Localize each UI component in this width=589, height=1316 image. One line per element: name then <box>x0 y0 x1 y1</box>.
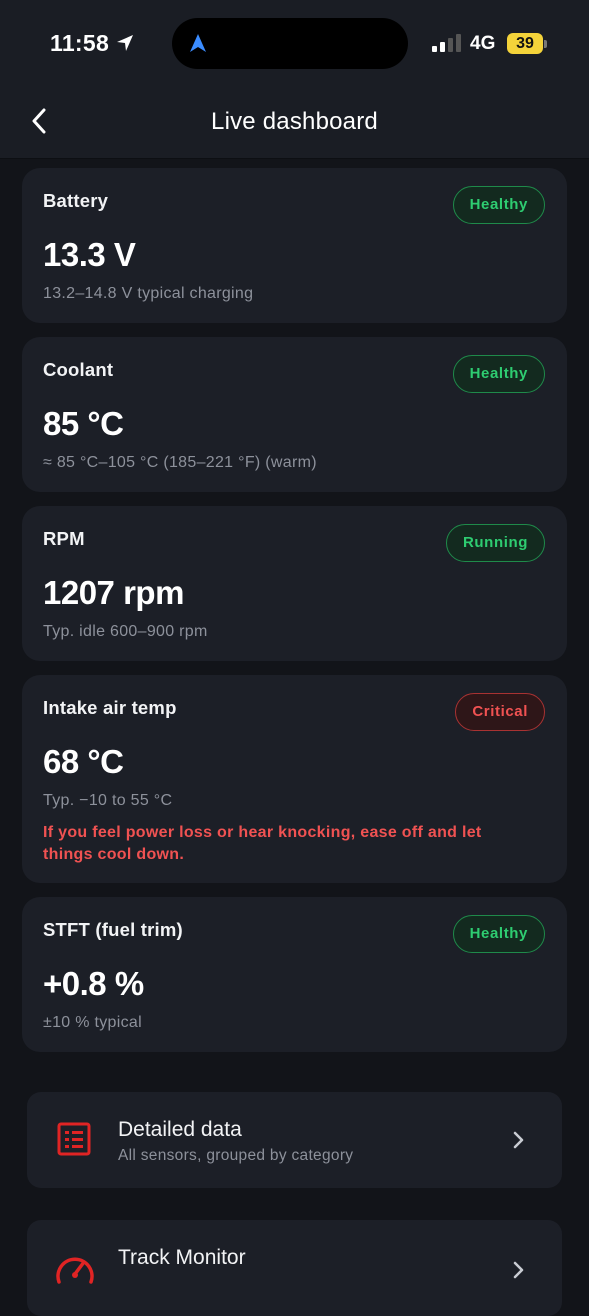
link-title: Track Monitor <box>118 1246 246 1269</box>
divider <box>0 158 589 159</box>
status-badge: Critical <box>455 693 545 731</box>
metric-range: 13.2–14.8 V typical charging <box>43 285 254 302</box>
list-icon <box>57 1122 91 1156</box>
link-subtitle: All sensors, grouped by category <box>118 1147 354 1164</box>
status-bar: 11:58 4G 39 <box>0 0 589 88</box>
metric-range: Typ. −10 to 55 °C <box>43 792 173 809</box>
metric-card-rpm: RPM Running 1207 rpm Typ. idle 600–900 r… <box>22 506 567 661</box>
metric-range: ≈ 85 °C–105 °C (185–221 °F) (warm) <box>43 454 317 471</box>
metric-title: RPM <box>43 528 85 549</box>
status-badge: Running <box>445 524 545 562</box>
warning-message: If you feel power loss or hear knocking,… <box>43 824 482 863</box>
status-badge: Healthy <box>452 915 545 953</box>
metric-card-intake-air-temp: Intake air temp Critical 68 °C Typ. −10 … <box>22 675 567 883</box>
metric-title: STFT (fuel trim) <box>43 919 183 940</box>
link-title: Detailed data <box>118 1118 242 1141</box>
nav-bar: Live dashboard <box>0 88 589 158</box>
status-badge: Healthy <box>452 355 545 393</box>
battery-icon <box>544 40 547 48</box>
metric-card-stft: STFT (fuel trim) Healthy +0.8 % ±10 % ty… <box>22 897 567 1052</box>
battery-level: 39 <box>507 33 543 54</box>
metric-range: Typ. idle 600–900 rpm <box>43 623 208 640</box>
metric-card-coolant: Coolant Healthy 85 °C ≈ 85 °C–105 °C (18… <box>22 337 567 492</box>
signal-strength-icon <box>432 34 461 52</box>
detailed-data-button[interactable]: Detailed data All sensors, grouped by ca… <box>27 1092 562 1188</box>
metric-title: Intake air temp <box>43 697 177 718</box>
metric-value: 85 °C <box>43 405 124 442</box>
location-arrow-icon <box>117 35 133 51</box>
status-badge: Healthy <box>452 186 545 224</box>
metric-range: ±10 % typical <box>43 1014 142 1031</box>
chevron-right-icon <box>513 1131 524 1149</box>
metric-title: Battery <box>43 190 109 211</box>
page-title: Live dashboard <box>211 108 378 135</box>
metric-value: +0.8 % <box>43 965 144 1002</box>
chevron-right-icon <box>513 1261 524 1279</box>
navigation-arrow-icon <box>190 34 206 52</box>
metric-title: Coolant <box>43 359 114 380</box>
metric-value: 1207 rpm <box>43 574 184 611</box>
track-monitor-button[interactable]: Track Monitor <box>27 1220 562 1316</box>
speedometer-icon <box>56 1257 94 1284</box>
metric-value: 13.3 V <box>43 236 136 273</box>
metric-value: 68 °C <box>43 743 124 780</box>
network-type: 4G <box>470 33 496 54</box>
metric-card-battery: Battery Healthy 13.3 V 13.2–14.8 V typic… <box>22 168 567 323</box>
status-time: 11:58 <box>50 30 110 56</box>
